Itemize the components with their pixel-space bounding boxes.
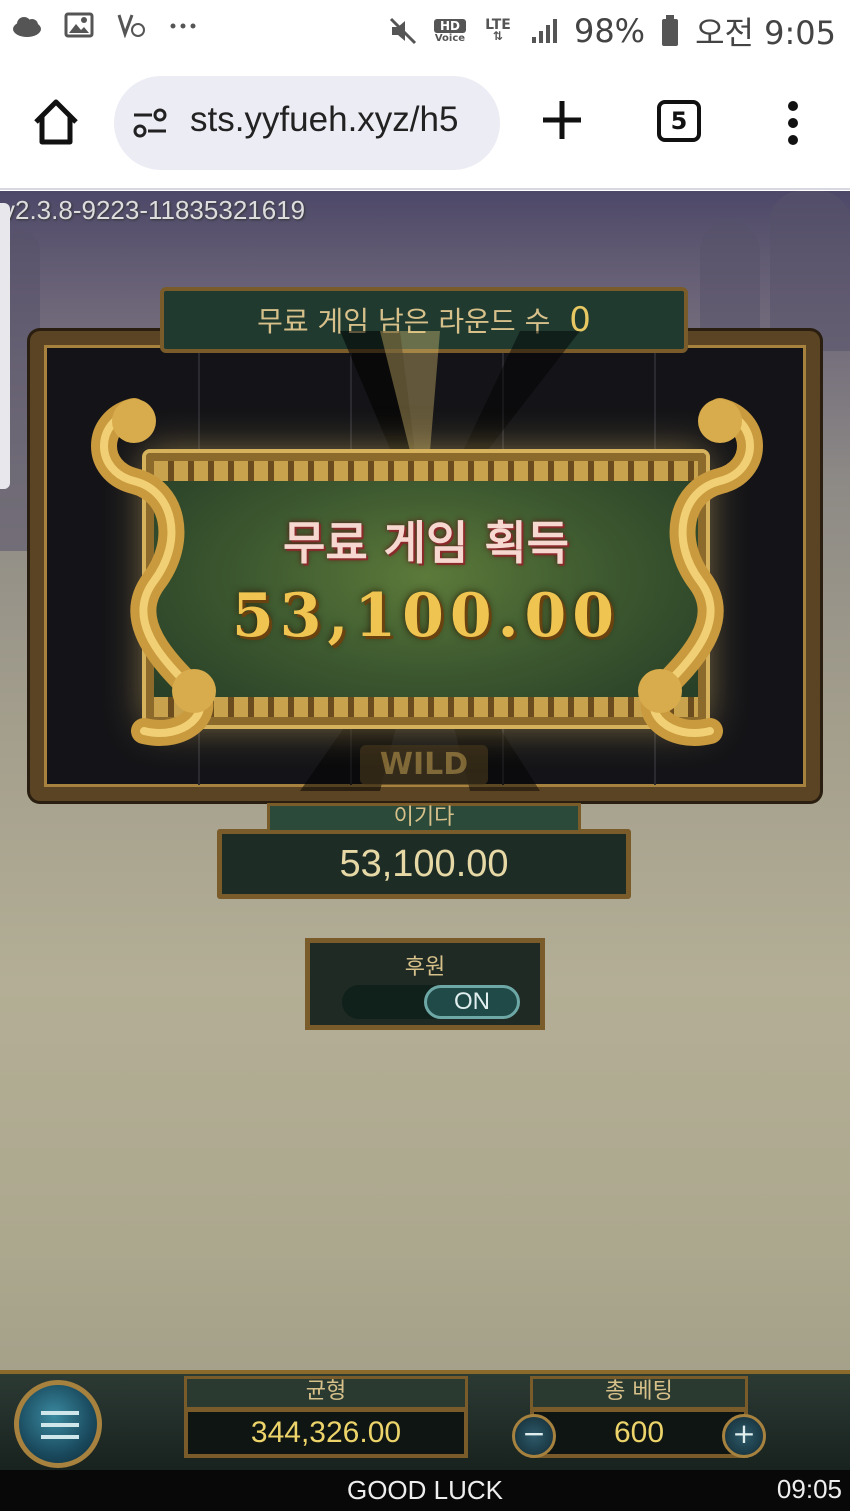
support-toggle[interactable]: ON	[342, 985, 520, 1019]
support-label: 후원	[404, 955, 446, 980]
support-toggle-knob[interactable]: ON	[424, 985, 520, 1019]
bottom-control-bar: 균형 344,326.00 총 베팅 600 − +	[0, 1370, 850, 1470]
game-canvas[interactable]: v2.3.8-9223-11835321619 무료 게임 남은 라운드 수 0…	[0, 191, 850, 1511]
right-dragon-ornament	[638, 398, 763, 746]
browser-toolbar: sts.yyfueh.xyz/h5 5	[0, 58, 850, 190]
bet-increase-button[interactable]: +	[722, 1414, 766, 1458]
balance-label: 균형	[184, 1376, 468, 1410]
win-label: 이기다	[267, 803, 581, 833]
bet-decrease-button[interactable]: −	[512, 1414, 556, 1458]
url-text[interactable]: sts.yyfueh.xyz/h5	[190, 100, 458, 140]
game-menu-button[interactable]	[14, 1380, 102, 1468]
wild-symbol: WILD	[360, 745, 488, 785]
balance-value: 344,326.00	[184, 1408, 468, 1458]
battery-icon	[662, 15, 679, 46]
game-footer: GOOD LUCK 09:05	[0, 1470, 850, 1511]
signal-icon	[531, 19, 557, 43]
mute-icon	[389, 17, 417, 45]
bet-value: 600	[530, 1408, 748, 1458]
lte-indicator: LTE ⇅	[485, 17, 511, 43]
win-value: 53,100.00	[217, 829, 631, 899]
win-display: 53,100.00 이기다	[217, 803, 631, 899]
footer-time: 09:05	[776, 1474, 842, 1504]
cloud-icon	[13, 17, 41, 37]
hamburger-icon	[41, 1411, 79, 1441]
footer-message: GOOD LUCK	[346, 1475, 504, 1505]
status-clock: 오전 9:05	[695, 14, 836, 52]
new-tab-icon[interactable]	[540, 98, 584, 142]
balance-display: 균형 344,326.00	[184, 1376, 468, 1466]
support-panel: 후원 ON	[305, 938, 545, 1030]
gallery-icon	[64, 12, 94, 38]
status-bar: HD Voice LTE ⇅ 98% 오전 9:05	[0, 0, 850, 58]
left-dragon-ornament	[91, 398, 216, 746]
messenger-icon	[117, 14, 145, 38]
hd-voice-indicator: HD Voice	[433, 18, 466, 44]
more-notifications-icon	[170, 23, 196, 29]
site-settings-icon[interactable]	[132, 108, 168, 138]
address-bar[interactable]: sts.yyfueh.xyz/h5	[114, 76, 500, 170]
bet-control: 총 베팅 600 − +	[512, 1376, 766, 1466]
home-icon[interactable]	[30, 96, 82, 148]
tab-switcher-button[interactable]: 5	[657, 100, 701, 142]
bet-label: 총 베팅	[530, 1376, 748, 1410]
battery-percent: 98%	[573, 12, 646, 50]
overflow-menu-icon[interactable]	[782, 100, 804, 146]
